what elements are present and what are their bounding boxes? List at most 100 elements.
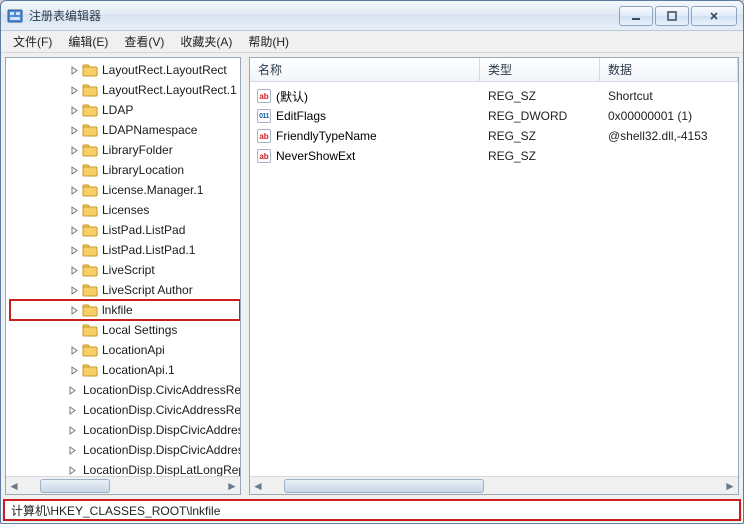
value-data: 0x00000001 (1) <box>600 109 738 123</box>
expand-icon[interactable] <box>68 460 77 476</box>
app-icon <box>7 8 23 24</box>
expand-icon[interactable] <box>68 400 77 420</box>
tree-item[interactable]: ListPad.ListPad.1 <box>10 240 240 260</box>
string-value-icon: ab <box>256 148 272 164</box>
value-name: (默认) <box>276 88 308 105</box>
tree-item[interactable]: Local Settings <box>10 320 240 340</box>
tree-item-label: LDAPNamespace <box>102 123 197 137</box>
column-type[interactable]: 类型 <box>480 58 600 81</box>
value-row[interactable]: abNeverShowExtREG_SZ <box>250 146 738 166</box>
tree-item[interactable]: LibraryLocation <box>10 160 240 180</box>
splitter[interactable] <box>243 57 247 495</box>
tree-item[interactable]: LayoutRect.LayoutRect.1 <box>10 80 240 100</box>
folder-icon <box>82 322 98 338</box>
expand-icon[interactable] <box>68 440 77 460</box>
tree-item[interactable]: LibraryFolder <box>10 140 240 160</box>
string-value-icon: ab <box>256 128 272 144</box>
tree-item[interactable]: LiveScript Author <box>10 280 240 300</box>
expand-icon[interactable] <box>68 380 77 400</box>
tree-scroll[interactable]: LayoutRect.LayoutRectLayoutRect.LayoutRe… <box>6 58 240 476</box>
tree-item-label: lnkfile <box>102 303 133 317</box>
expand-icon[interactable] <box>68 300 80 320</box>
close-button[interactable] <box>691 6 737 26</box>
value-type: REG_SZ <box>480 149 600 163</box>
scroll-left-icon[interactable]: ◄ <box>250 478 266 494</box>
tree-hscrollbar[interactable]: ◄ ► <box>6 476 240 494</box>
scroll-right-icon[interactable]: ► <box>224 478 240 494</box>
value-row[interactable]: 011EditFlagsREG_DWORD0x00000001 (1) <box>250 106 738 126</box>
values-list: ab(默认)REG_SZShortcut011EditFlagsREG_DWOR… <box>250 84 738 168</box>
tree-item-label: LocationDisp.DispCivicAddressReport <box>83 423 240 437</box>
expand-icon[interactable] <box>68 120 80 140</box>
value-row[interactable]: abFriendlyTypeNameREG_SZ@shell32.dll,-41… <box>250 126 738 146</box>
statusbar: 计算机\HKEY_CLASSES_ROOT\lnkfile <box>1 499 743 523</box>
tree-item-label: LiveScript <box>102 263 155 277</box>
expand-icon[interactable] <box>68 200 80 220</box>
tree-item[interactable]: LocationApi.1 <box>10 360 240 380</box>
tree-item[interactable]: License.Manager.1 <box>10 180 240 200</box>
value-type: REG_DWORD <box>480 109 600 123</box>
values-hscrollbar[interactable]: ◄ ► <box>250 476 738 494</box>
expand-icon[interactable] <box>68 240 80 260</box>
scroll-thumb[interactable] <box>284 479 484 493</box>
value-type: REG_SZ <box>480 129 600 143</box>
folder-icon <box>82 82 98 98</box>
tree-item[interactable]: lnkfile <box>10 300 240 320</box>
folder-icon <box>82 342 98 358</box>
tree-item[interactable]: LDAPNamespace <box>10 120 240 140</box>
expand-icon[interactable] <box>68 280 80 300</box>
minimize-button[interactable] <box>619 6 653 26</box>
tree-item[interactable]: LocationDisp.CivicAddressReport.1 <box>10 400 240 420</box>
folder-icon <box>82 362 98 378</box>
menu-file[interactable]: 文件(F) <box>5 31 60 52</box>
tree-item-label: LDAP <box>102 103 133 117</box>
scroll-right-icon[interactable]: ► <box>722 478 738 494</box>
tree-item-label: LocationDisp.DispLatLongReport <box>83 463 240 476</box>
tree-item[interactable]: ListPad.ListPad <box>10 220 240 240</box>
tree-item[interactable]: LocationDisp.DispLatLongReport <box>10 460 240 476</box>
tree-item-label: LiveScript Author <box>102 283 193 297</box>
tree-item-label: LocationDisp.CivicAddressReport.1 <box>83 403 240 417</box>
tree-item-label: LocationApi <box>102 343 165 357</box>
expand-icon[interactable] <box>68 420 77 440</box>
expand-icon[interactable] <box>68 80 80 100</box>
value-row[interactable]: ab(默认)REG_SZShortcut <box>250 86 738 106</box>
folder-icon <box>82 262 98 278</box>
expand-icon[interactable] <box>68 320 80 340</box>
tree-item-label: LibraryFolder <box>102 143 173 157</box>
expand-icon[interactable] <box>68 260 80 280</box>
client-area: LayoutRect.LayoutRectLayoutRect.LayoutRe… <box>1 53 743 499</box>
tree-item[interactable]: LayoutRect.LayoutRect <box>10 60 240 80</box>
expand-icon[interactable] <box>68 180 80 200</box>
value-data: Shortcut <box>600 89 738 103</box>
tree-item[interactable]: Licenses <box>10 200 240 220</box>
tree-item[interactable]: LiveScript <box>10 260 240 280</box>
folder-icon <box>82 182 98 198</box>
maximize-button[interactable] <box>655 6 689 26</box>
menu-favorites[interactable]: 收藏夹(A) <box>172 31 240 52</box>
expand-icon[interactable] <box>68 160 80 180</box>
titlebar: 注册表编辑器 <box>1 1 743 31</box>
tree-item[interactable]: LocationDisp.DispCivicAddressReport.1 <box>10 440 240 460</box>
expand-icon[interactable] <box>68 100 80 120</box>
scroll-thumb[interactable] <box>40 479 110 493</box>
scroll-left-icon[interactable]: ◄ <box>6 478 22 494</box>
menu-edit[interactable]: 编辑(E) <box>60 31 116 52</box>
expand-icon[interactable] <box>68 220 80 240</box>
menu-help[interactable]: 帮助(H) <box>240 31 297 52</box>
expand-icon[interactable] <box>68 140 80 160</box>
tree-item[interactable]: LocationDisp.CivicAddressReport <box>10 380 240 400</box>
column-data[interactable]: 数据 <box>600 58 738 81</box>
tree-item[interactable]: LDAP <box>10 100 240 120</box>
tree-item-label: Local Settings <box>102 323 177 337</box>
values-scroll[interactable]: ab(默认)REG_SZShortcut011EditFlagsREG_DWOR… <box>250 82 738 476</box>
expand-icon[interactable] <box>68 60 80 80</box>
expand-icon[interactable] <box>68 340 80 360</box>
folder-icon <box>82 242 98 258</box>
column-name[interactable]: 名称 <box>250 58 480 81</box>
tree-item[interactable]: LocationDisp.DispCivicAddressReport <box>10 420 240 440</box>
tree-item-label: LocationDisp.CivicAddressReport <box>83 383 240 397</box>
tree-item[interactable]: LocationApi <box>10 340 240 360</box>
expand-icon[interactable] <box>68 360 80 380</box>
menu-view[interactable]: 查看(V) <box>116 31 172 52</box>
